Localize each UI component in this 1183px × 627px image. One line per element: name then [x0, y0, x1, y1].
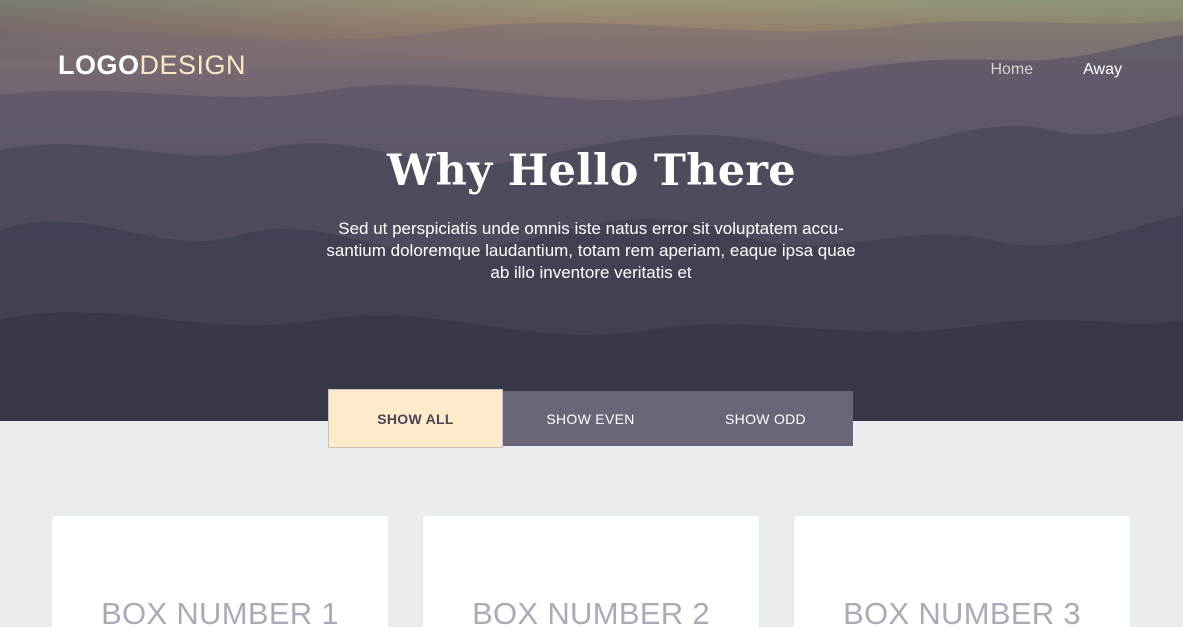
logo[interactable]: LOGODESIGN	[58, 50, 246, 81]
box-card-3[interactable]: BOX NUMBER 3	[794, 516, 1130, 627]
hero-section: LOGODESIGN Home Away Why Hello There Sed…	[0, 0, 1183, 421]
nav-link-away[interactable]: Away	[1083, 61, 1122, 79]
filter-tabs: SHOW ALL SHOW EVEN SHOW ODD	[328, 389, 853, 448]
box-card-1[interactable]: BOX NUMBER 1	[52, 516, 388, 627]
box-card-2[interactable]: BOX NUMBER 2	[423, 516, 759, 627]
show-all-button[interactable]: SHOW ALL	[328, 389, 503, 448]
nav-link-home[interactable]: Home	[990, 61, 1033, 79]
logo-light-text: DESIGN	[139, 50, 247, 80]
main-nav: Home Away	[990, 61, 1122, 79]
box-label: BOX NUMBER 2	[472, 596, 710, 627]
show-even-button[interactable]: SHOW EVEN	[503, 391, 678, 446]
logo-bold-text: LOGO	[58, 50, 140, 80]
show-odd-button[interactable]: SHOW ODD	[678, 391, 853, 446]
box-label: BOX NUMBER 1	[101, 596, 339, 627]
box-label: BOX NUMBER 3	[843, 596, 1081, 627]
hero-description: Sed ut perspiciatis unde omnis iste natu…	[326, 219, 856, 282]
hero-title: Why Hello There	[387, 146, 796, 196]
